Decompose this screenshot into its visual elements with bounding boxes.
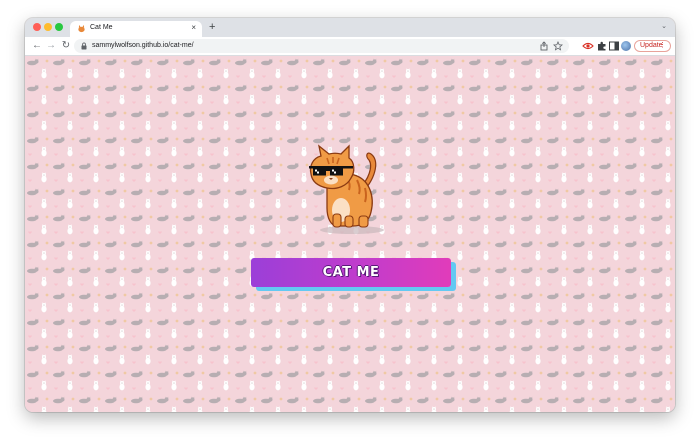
forward-button[interactable]: → (45, 40, 57, 52)
tab-title: Cat Me (90, 24, 113, 31)
minimize-window-button[interactable] (44, 23, 52, 31)
lock-icon[interactable] (81, 42, 87, 50)
close-tab-icon[interactable]: × (191, 23, 196, 33)
side-panel-icon[interactable] (608, 40, 620, 52)
reload-button[interactable]: ↻ (60, 40, 72, 52)
extensions-puzzle-icon[interactable] (596, 40, 608, 52)
browser-toolbar: ← → ↻ sammylwolfson.github.io/cat-me/ Up… (25, 37, 675, 56)
address-bar[interactable]: sammylwolfson.github.io/cat-me/ (74, 39, 569, 53)
new-tab-button[interactable]: + (209, 21, 215, 33)
page-content: CAT ME (25, 56, 675, 412)
browser-window: Cat Me × + ⌄ ← → ↻ sammylwolfson.github.… (25, 18, 675, 412)
extension-eye-icon[interactable] (582, 40, 594, 52)
cat-me-button-label: CAT ME (322, 265, 380, 280)
back-button[interactable]: ← (31, 40, 43, 52)
update-button[interactable]: Update ⋮ (634, 40, 671, 52)
more-menu-icon[interactable]: ⋮ (659, 41, 666, 51)
cat-favicon-icon (78, 24, 85, 33)
tab-search-chevron-icon[interactable]: ⌄ (661, 22, 667, 30)
cat-with-sunglasses-image (309, 144, 384, 234)
tab-cat-me[interactable]: Cat Me × (70, 21, 202, 37)
bookmark-star-icon[interactable] (553, 41, 563, 51)
maximize-window-button[interactable] (55, 23, 63, 31)
profile-avatar[interactable] (621, 41, 631, 51)
cat-me-button[interactable]: CAT ME (251, 258, 451, 287)
url-text[interactable]: sammylwolfson.github.io/cat-me/ (92, 41, 194, 51)
tab-strip: Cat Me × + ⌄ (25, 18, 675, 37)
share-icon[interactable] (539, 41, 549, 51)
close-window-button[interactable] (33, 23, 41, 31)
